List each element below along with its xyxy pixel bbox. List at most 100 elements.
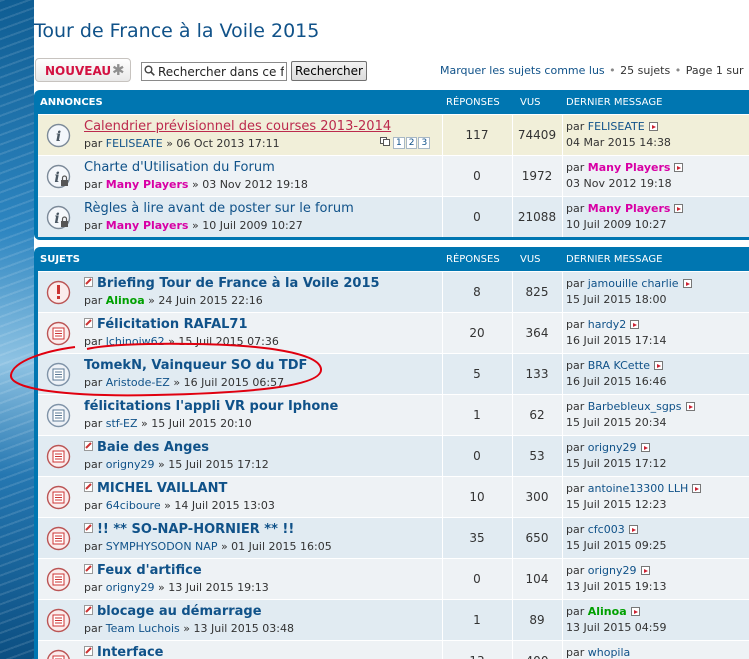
- last-post-author[interactable]: Barbebleux_sgps: [588, 400, 682, 413]
- goto-last-post-icon[interactable]: [648, 122, 659, 131]
- topic-title-link[interactable]: Règles à lire avant de poster sur le for…: [84, 201, 354, 216]
- mark-topics-read-link[interactable]: Marquer les sujets comme lus: [440, 64, 605, 77]
- author-link[interactable]: Alinoa: [106, 294, 145, 307]
- goto-last-post-icon[interactable]: [692, 484, 702, 493]
- last-post-author[interactable]: hardy2: [588, 318, 627, 331]
- topic-title-text: Feux d'artifice: [97, 563, 202, 578]
- last-post-author[interactable]: origny29: [588, 564, 637, 577]
- last-post-by: par Many Players: [566, 161, 684, 174]
- last-post-author[interactable]: whopila: [588, 646, 631, 659]
- author-link[interactable]: stf-EZ: [106, 417, 138, 430]
- author-link[interactable]: origny29: [106, 581, 155, 594]
- announcements-panel: ANNONCES RÉPONSES VUS DERNIER MESSAGE i …: [34, 90, 749, 240]
- topic-title-link[interactable]: félicitations l'appli VR pour Iphone: [84, 399, 338, 414]
- page-link[interactable]: 3: [418, 137, 431, 149]
- search-button[interactable]: Rechercher: [291, 61, 367, 81]
- last-post-author[interactable]: Many Players: [588, 202, 671, 215]
- search-input[interactable]: [141, 62, 287, 81]
- goto-last-post-icon[interactable]: [640, 566, 651, 575]
- author-link[interactable]: lchinoiw62: [106, 335, 165, 348]
- author-link[interactable]: Team Luchois: [106, 622, 180, 635]
- topic-title-link[interactable]: Feux d'artifice: [84, 563, 202, 578]
- view-count: 300: [525, 490, 549, 504]
- last-post-author[interactable]: FELISEATE: [588, 120, 645, 133]
- topic-meta: par Aristode-EZ » 16 Juil 2015 06:57: [84, 376, 284, 389]
- topic-row: félicitations l'appli VR pour Iphone par…: [38, 394, 749, 435]
- last-post-author[interactable]: Alinoa: [588, 605, 627, 618]
- topic-title-link[interactable]: MICHEL VAILLANT: [84, 481, 227, 496]
- last-post-author[interactable]: Many Players: [588, 161, 671, 174]
- goto-last-post-icon[interactable]: [674, 163, 684, 172]
- topic-row: MICHEL VAILLANT par 64ciboure » 14 Juil …: [38, 476, 749, 517]
- topic-read-icon: [46, 362, 71, 387]
- by-label: par: [84, 417, 103, 430]
- column-divider: [562, 641, 563, 659]
- by-label: par: [84, 581, 103, 594]
- goto-last-post-icon[interactable]: [630, 607, 641, 616]
- view-count: 104: [525, 572, 549, 586]
- topic-title-text: Félicitation RAFAL71: [97, 317, 248, 332]
- author-link[interactable]: Aristode-EZ: [106, 376, 170, 389]
- last-post-author[interactable]: jamouille charlie: [588, 277, 679, 290]
- topics-panel: SUJETS RÉPONSES VUS DERNIER MESSAGE Brie…: [34, 247, 749, 659]
- author-link[interactable]: Many Players: [106, 219, 189, 232]
- page-title[interactable]: Tour de France à la Voile 2015: [34, 20, 319, 42]
- goto-last-post-icon[interactable]: [628, 525, 639, 534]
- topic-title-link[interactable]: Charte d'Utilisation du Forum: [84, 160, 275, 175]
- goto-last-post-icon[interactable]: [640, 443, 651, 452]
- reply-count: 0: [473, 572, 481, 586]
- topic-title-link[interactable]: Interface: [84, 645, 164, 659]
- plus-icon: ✱: [112, 61, 125, 79]
- author-link[interactable]: FELISEATE: [106, 137, 163, 150]
- last-post-date: 03 Nov 2012 19:18: [566, 177, 672, 190]
- last-post-date: 16 Juil 2015 16:46: [566, 375, 667, 388]
- page-background-strip: [0, 0, 34, 659]
- last-post-author[interactable]: BRA KCette: [588, 359, 650, 372]
- topic-row: Félicitation RAFAL71 par lchinoiw62 » 15…: [38, 312, 749, 353]
- announcement-row: i Charte d'Utilisation du Forum par Many…: [38, 155, 749, 196]
- announcement-row: i Règles à lire avant de poster sur le f…: [38, 196, 749, 237]
- last-post-author[interactable]: origny29: [588, 441, 637, 454]
- page-link[interactable]: 2: [405, 137, 418, 149]
- goto-last-post-icon[interactable]: [653, 361, 664, 370]
- topic-title-link[interactable]: Baie des Anges: [84, 440, 209, 455]
- topic-title-link[interactable]: blocage au démarrage: [84, 604, 262, 619]
- replies-column-header: RÉPONSES: [446, 254, 500, 265]
- last-post-date: 15 Juil 2015 09:25: [566, 539, 667, 552]
- last-post-author[interactable]: antoine13300 LLH: [588, 482, 689, 495]
- author-link[interactable]: Many Players: [106, 178, 189, 191]
- author-link[interactable]: SYMPHYSODON NAP: [106, 540, 218, 553]
- topic-date: » 15 Juil 2015 20:10: [141, 417, 252, 430]
- by-label: par: [84, 294, 103, 307]
- column-divider: [562, 600, 563, 640]
- goto-last-post-icon[interactable]: [674, 204, 684, 213]
- goto-last-post-icon[interactable]: [630, 320, 640, 329]
- reply-count: 10: [469, 490, 485, 504]
- last-post-date: 15 Juil 2015 12:23: [566, 498, 667, 511]
- goto-last-post-icon[interactable]: [682, 279, 693, 288]
- topic-title-link[interactable]: Félicitation RAFAL71: [84, 317, 248, 332]
- view-count: 89: [529, 613, 545, 627]
- new-topic-button[interactable]: NOUVEAU ✱: [35, 58, 131, 82]
- last-post-by: par Many Players: [566, 202, 684, 215]
- goto-last-post-icon[interactable]: [685, 402, 696, 411]
- action-bar: NOUVEAU ✱ Rechercher Marquer les sujets …: [34, 58, 749, 84]
- last-post-author[interactable]: cfc003: [588, 523, 625, 536]
- author-link[interactable]: origny29: [106, 458, 155, 471]
- last-post-column-header: DERNIER MESSAGE: [566, 97, 663, 108]
- topic-title-link[interactable]: TomekN, Vainqueur SO du TDF: [84, 358, 307, 373]
- topic-title-link[interactable]: Briefing Tour de France à la Voile 2015: [84, 276, 380, 291]
- attachment-icon: [84, 646, 93, 656]
- topic-row: blocage au démarrage par Team Luchois » …: [38, 599, 749, 640]
- topic-meta: par SYMPHYSODON NAP » 01 Juil 2015 16:05: [84, 540, 332, 553]
- by-label: par: [84, 540, 103, 553]
- column-divider: [562, 518, 563, 558]
- page-link[interactable]: 1: [393, 137, 405, 149]
- by-label: par: [84, 622, 103, 635]
- topic-title-link[interactable]: Calendrier prévisionnel des courses 2013…: [84, 119, 391, 134]
- view-count: 74409: [517, 128, 557, 142]
- topic-title-link[interactable]: !! ** SO-NAP-HORNIER ** !!: [84, 522, 294, 537]
- author-link[interactable]: 64ciboure: [106, 499, 161, 512]
- hot-topic-icon: [46, 485, 71, 510]
- topic-date: » 03 Nov 2012 19:18: [191, 178, 308, 191]
